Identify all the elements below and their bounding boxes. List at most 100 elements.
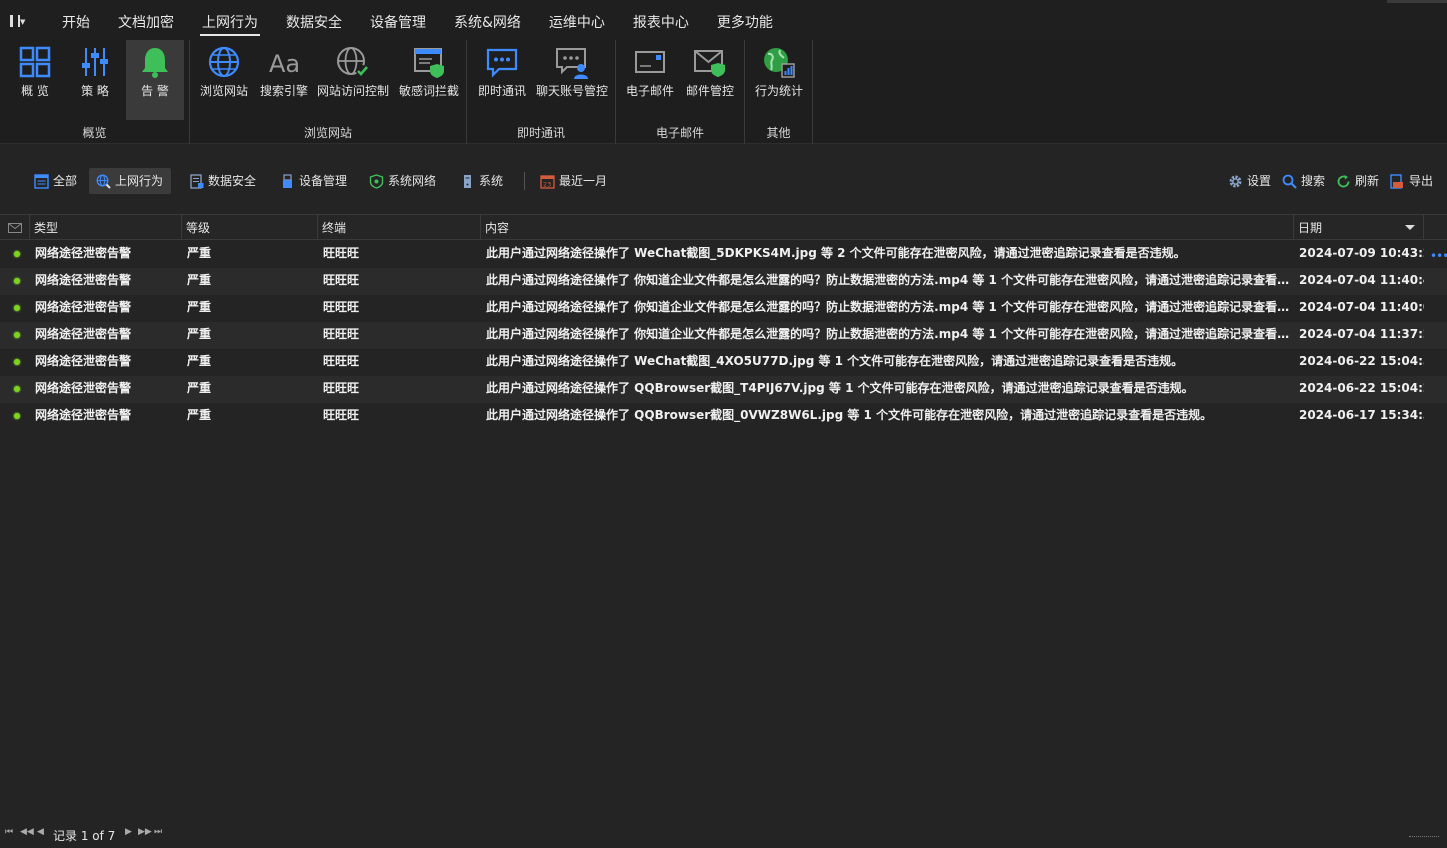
- table-row[interactable]: 网络途径泄密告警 严重 旺旺旺 此用户通过网络途径操作了 你知道企业文件都是怎么…: [0, 295, 1447, 322]
- filter-system-button[interactable]: 系统: [453, 168, 511, 194]
- cell-level: 严重: [187, 300, 212, 314]
- cell-type: 网络途径泄密告警: [35, 300, 132, 314]
- pager: ⏮ ◀◀ ◀ 记录 1 of 7 ▶ ▶▶ ⏭: [0, 824, 1447, 848]
- browse-web-button[interactable]: 浏览网站: [194, 40, 254, 120]
- behavior-stats-button[interactable]: 行为统计: [749, 40, 809, 120]
- filter-last-month-button[interactable]: 23 最近一月: [533, 168, 615, 194]
- column-header-level[interactable]: 等级: [182, 215, 318, 239]
- ribbon-group-label: 概览: [82, 126, 107, 140]
- menu-bar: ▼ 开始 文档加密 上网行为 数据安全 设备管理 系统&网络 运维中心 报表中心…: [0, 0, 1447, 40]
- filter-all-button[interactable]: 全部: [27, 168, 85, 194]
- email-button-label: 电子邮件: [625, 84, 674, 98]
- alert-button[interactable]: 告 警: [126, 40, 184, 120]
- cell-date: 2024-07-04 11:40:43: [1299, 273, 1424, 287]
- status-dot-icon: [14, 305, 20, 311]
- status-dot-icon: [14, 386, 20, 392]
- font-icon: Aa: [269, 50, 300, 78]
- bell-icon: [142, 48, 168, 78]
- cell-type: 网络途径泄密告警: [35, 408, 132, 422]
- status-dot-icon: [14, 413, 20, 419]
- next-page-button[interactable]: ▶: [125, 827, 132, 837]
- filter-data-security-label: 数据安全: [208, 174, 257, 188]
- table-row[interactable]: 网络途径泄密告警 严重 旺旺旺 此用户通过网络途径操作了 WeChat截图_5D…: [0, 241, 1447, 268]
- menu-tab-report-center[interactable]: 报表中心: [619, 0, 703, 40]
- usb-icon: [283, 174, 292, 188]
- chat-account-control-button[interactable]: 聊天账号管控: [533, 40, 611, 120]
- filter-last-month-label: 最近一月: [559, 174, 608, 188]
- refresh-button[interactable]: 刷新: [1329, 168, 1387, 194]
- table-row[interactable]: 网络途径泄密告警 严重 旺旺旺 此用户通过网络途径操作了 QQBrowser截图…: [0, 376, 1447, 403]
- prev-block-button[interactable]: ◀◀: [20, 827, 34, 837]
- instant-messaging-button[interactable]: 即时通讯: [471, 40, 533, 120]
- menu-tab-more[interactable]: 更多功能: [703, 0, 787, 40]
- email-button[interactable]: 电子邮件: [620, 40, 680, 120]
- cell-level: 严重: [187, 273, 212, 287]
- export-button[interactable]: 导出: [1383, 168, 1441, 194]
- filter-system-label: 系统: [479, 174, 504, 188]
- table-row[interactable]: 网络途径泄密告警 严重 旺旺旺 此用户通过网络途径操作了 QQBrowser截图…: [0, 403, 1447, 430]
- search-button[interactable]: 搜索: [1275, 168, 1333, 194]
- settings-button[interactable]: 设置: [1221, 168, 1279, 194]
- ribbon-group-other: 行为统计 其他: [745, 40, 813, 144]
- cell-content: 此用户通过网络途径操作了 WeChat截图_4XO5U77D.jpg 等 1 个…: [486, 354, 1184, 368]
- export-icon: [1390, 174, 1403, 189]
- column-header-date[interactable]: 日期: [1294, 215, 1424, 239]
- menu-tab-web-behavior[interactable]: 上网行为: [188, 0, 272, 40]
- globe-stats-icon: [764, 48, 795, 78]
- email-control-button-label: 邮件管控: [685, 84, 734, 98]
- sensitive-word-block-button[interactable]: 敏感词拦截: [394, 40, 464, 120]
- search-icon: [1282, 174, 1297, 189]
- grid-icon: [19, 46, 51, 78]
- filter-web-behavior-button[interactable]: 上网行为: [89, 168, 172, 194]
- calendar-23-icon: 23: [540, 175, 555, 189]
- pc-tower-icon: [464, 175, 471, 188]
- search-label: 搜索: [1301, 174, 1326, 188]
- first-page-button[interactable]: ⏮: [5, 827, 13, 837]
- column-header-type[interactable]: 类型: [30, 215, 182, 239]
- overview-button[interactable]: 概 览: [6, 40, 64, 120]
- cell-content: 此用户通过网络途径操作了 QQBrowser截图_T4PIJ67V.jpg 等 …: [486, 381, 1194, 395]
- filter-device-management-button[interactable]: 设备管理: [273, 168, 355, 194]
- cell-level: 严重: [187, 354, 212, 368]
- cell-date: 2024-07-09 10:43:26: [1299, 246, 1424, 260]
- cell-terminal: 旺旺旺: [323, 273, 360, 287]
- column-header-terminal[interactable]: 终端: [318, 215, 481, 239]
- email-control-button[interactable]: 邮件管控: [680, 40, 740, 120]
- cell-terminal: 旺旺旺: [323, 300, 360, 314]
- app-menu-button[interactable]: ▼: [10, 14, 32, 30]
- table-row[interactable]: 网络途径泄密告警 严重 旺旺旺 此用户通过网络途径操作了 你知道企业文件都是怎么…: [0, 268, 1447, 295]
- next-block-button[interactable]: ▶▶: [138, 827, 152, 837]
- filter-data-security-button[interactable]: 数据安全: [182, 168, 264, 194]
- menu-tab-system-network[interactable]: 系统&网络: [440, 0, 535, 40]
- ribbon-group-label: 浏览网站: [303, 126, 352, 140]
- cell-date: 2024-07-04 11:40:07: [1299, 300, 1424, 314]
- filter-system-network-button[interactable]: 系统网络: [362, 168, 444, 194]
- chat-account-control-button-label: 聊天账号管控: [535, 84, 608, 98]
- app-menu-icon: [10, 15, 20, 27]
- shield-network-icon: [369, 174, 384, 189]
- table-row[interactable]: 网络途径泄密告警 严重 旺旺旺 此用户通过网络途径操作了 WeChat截图_4X…: [0, 349, 1447, 376]
- web-access-control-button[interactable]: 网站访问控制: [316, 40, 390, 120]
- status-dot-icon: [14, 251, 20, 257]
- search-engine-button[interactable]: Aa 搜索引擎: [254, 40, 314, 120]
- menu-tabs: 开始 文档加密 上网行为 数据安全 设备管理 系统&网络 运维中心 报表中心 更…: [48, 0, 787, 40]
- menu-tab-ops-center[interactable]: 运维中心: [535, 0, 619, 40]
- cell-date: 2024-06-22 15:04:26: [1299, 381, 1424, 395]
- menu-tab-data-security[interactable]: 数据安全: [272, 0, 356, 40]
- prev-page-button[interactable]: ◀: [37, 827, 44, 837]
- refresh-label: 刷新: [1355, 174, 1380, 188]
- ribbon-group-label: 即时通讯: [516, 126, 565, 140]
- chevron-down-icon: ▼: [20, 18, 26, 26]
- resize-grip[interactable]: [1409, 836, 1439, 842]
- menu-tab-device-management[interactable]: 设备管理: [356, 0, 440, 40]
- more-icon[interactable]: •••: [1430, 249, 1447, 263]
- column-header-content[interactable]: 内容: [481, 215, 1294, 239]
- instant-messaging-button-label: 即时通讯: [477, 84, 526, 98]
- column-header-read-state[interactable]: [0, 215, 30, 239]
- table-row[interactable]: 网络途径泄密告警 严重 旺旺旺 此用户通过网络途径操作了 你知道企业文件都是怎么…: [0, 322, 1447, 349]
- menu-tab-doc-encrypt[interactable]: 文档加密: [104, 0, 188, 40]
- last-page-button[interactable]: ⏭: [154, 827, 162, 837]
- cell-date: 2024-07-04 11:37:23: [1299, 327, 1424, 341]
- policy-button[interactable]: 策 略: [66, 40, 124, 120]
- menu-tab-start[interactable]: 开始: [48, 0, 104, 40]
